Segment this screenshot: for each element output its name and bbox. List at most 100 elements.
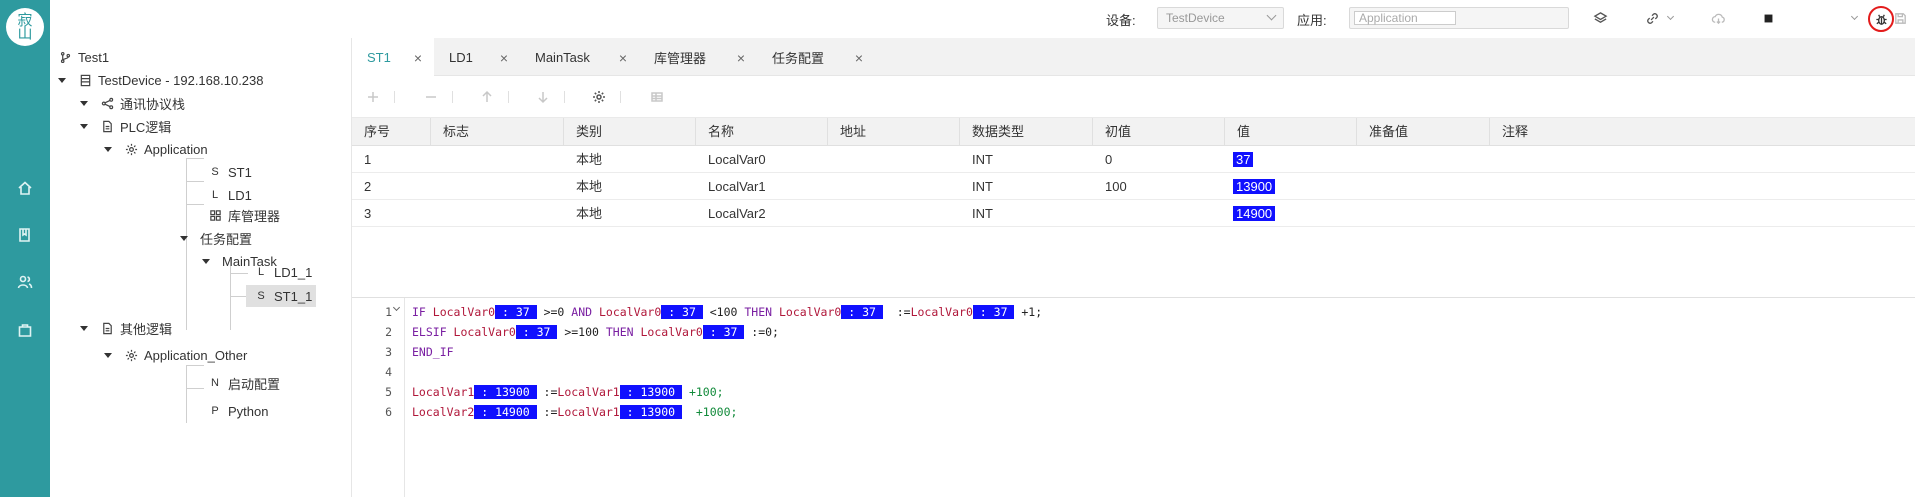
cell-prepared[interactable] <box>1357 173 1369 200</box>
cell-prepared[interactable] <box>1357 200 1369 227</box>
close-icon[interactable]: × <box>414 50 422 66</box>
caret-down-icon[interactable] <box>104 146 112 152</box>
code-line[interactable]: ELSIF LocalVar0 : 37 >=100 THEN LocalVar… <box>412 322 779 342</box>
code-token: END_IF <box>412 345 454 359</box>
close-icon[interactable]: × <box>855 50 863 66</box>
code-token: LocalVar2 <box>412 405 475 419</box>
arrow-down-icon[interactable] <box>534 88 552 106</box>
tree-node-plc-logic[interactable]: PLC逻辑 <box>80 115 171 137</box>
caret-down-icon[interactable] <box>180 235 188 241</box>
chevron-down-icon[interactable] <box>1850 12 1859 21</box>
tree-node-st1-1[interactable]: S ST1_1 <box>246 285 317 307</box>
table-row[interactable]: 3 本地 LocalVar2 INT 14900 <box>352 200 1915 227</box>
code-line[interactable]: IF LocalVar0 : 37 >=0 AND LocalVar0 : 37… <box>412 302 1042 322</box>
close-icon[interactable]: × <box>619 50 627 66</box>
table-row[interactable]: 1 本地 LocalVar0 INT 0 37 <box>352 146 1915 173</box>
link-icon[interactable] <box>1642 9 1662 27</box>
settings-icon[interactable] <box>590 88 608 106</box>
live-value-badge: : 37 <box>495 305 537 319</box>
caret-down-icon[interactable] <box>80 100 88 106</box>
stop-icon[interactable] <box>1758 9 1778 27</box>
tab-st1[interactable]: ST1 × <box>352 38 434 76</box>
layers-icon[interactable] <box>1590 9 1610 27</box>
cell-address <box>828 200 840 227</box>
cell-comment[interactable] <box>1490 146 1502 173</box>
code-line[interactable]: LocalVar2 : 14900 :=LocalVar1 : 13900 +1… <box>412 402 737 422</box>
code-line[interactable]: END_IF <box>412 342 454 362</box>
close-icon[interactable]: × <box>737 50 745 66</box>
live-value-badge: : 13900 <box>619 385 683 399</box>
tree-node-application[interactable]: Application <box>104 138 208 160</box>
tree-node-ld1-1[interactable]: L LD1_1 <box>254 261 312 283</box>
tree-node-task-config[interactable]: 任务配置 <box>180 227 252 249</box>
cell-value[interactable]: 14900 <box>1225 200 1276 227</box>
cell-prepared[interactable] <box>1357 146 1369 173</box>
app-value: Application <box>1354 11 1456 25</box>
cloud-download-icon[interactable] <box>1708 9 1728 27</box>
col-value[interactable]: 值 <box>1225 118 1357 146</box>
tree-node-python[interactable]: P Python <box>208 400 268 422</box>
app-select[interactable]: Application <box>1349 7 1569 29</box>
tree-node-comm-stack[interactable]: 通讯协议栈 <box>80 92 185 114</box>
tree-node-application-other[interactable]: Application_Other <box>104 344 247 366</box>
caret-down-icon[interactable] <box>104 352 112 358</box>
tree-node-library-manager[interactable]: 库管理器 <box>208 204 280 226</box>
cell-type: INT <box>972 206 993 221</box>
close-icon[interactable]: × <box>500 50 508 66</box>
caret-down-icon[interactable] <box>202 258 210 264</box>
tab-main-task[interactable]: MainTask × <box>520 38 639 76</box>
tree-node-label: ST1_1 <box>274 288 313 304</box>
caret-down-icon[interactable] <box>80 325 88 331</box>
tab-library-manager[interactable]: 库管理器 × <box>639 38 757 76</box>
table-row[interactable]: 2 本地 LocalVar1 INT 100 13900 <box>352 173 1915 200</box>
cell-value[interactable]: 37 <box>1225 146 1254 173</box>
caret-down-icon[interactable] <box>58 77 66 83</box>
fold-chevron-icon[interactable] <box>392 303 401 312</box>
cell-comment[interactable] <box>1490 173 1502 200</box>
col-type[interactable]: 数据类型 <box>960 118 1093 146</box>
chevron-down-icon[interactable] <box>1666 12 1675 21</box>
arrow-up-icon[interactable] <box>478 88 496 106</box>
add-icon[interactable] <box>364 88 382 106</box>
code-token: <100 <box>702 305 745 319</box>
tab-ld1[interactable]: LD1 × <box>434 38 520 76</box>
col-address[interactable]: 地址 <box>828 118 960 146</box>
col-flag[interactable]: 标志 <box>431 118 564 146</box>
code-editor[interactable]: 1 2 3 4 5 6 IF LocalVar0 : 37 >=0 AND Lo… <box>352 298 1915 497</box>
col-index[interactable]: 序号 <box>352 118 431 146</box>
home-icon[interactable] <box>15 178 35 198</box>
tree-node-other-logic[interactable]: 其他逻辑 <box>80 317 172 339</box>
col-category[interactable]: 类别 <box>564 118 696 146</box>
network-icon <box>100 96 114 110</box>
divider <box>452 91 453 103</box>
device-select[interactable]: TestDevice <box>1157 7 1284 29</box>
tree-node-startup-config[interactable]: N 启动配置 <box>208 372 280 394</box>
cell-name: LocalVar0 <box>708 152 766 167</box>
tree-node-st1[interactable]: S ST1 <box>208 161 252 183</box>
cell-init <box>1093 200 1105 227</box>
tree-node-project[interactable]: Test1 <box>58 46 109 68</box>
table-icon[interactable] <box>648 88 666 106</box>
tab-task-config[interactable]: 任务配置 × <box>757 38 875 76</box>
col-name[interactable]: 名称 <box>696 118 828 146</box>
col-init[interactable]: 初值 <box>1093 118 1225 146</box>
bag-icon[interactable] <box>15 320 35 340</box>
col-prepared[interactable]: 准备值 <box>1357 118 1490 146</box>
cell-category: 本地 <box>576 179 603 194</box>
remove-icon[interactable] <box>422 88 440 106</box>
col-comment[interactable]: 注释 <box>1490 118 1915 146</box>
live-value-badge: : 37 <box>841 305 883 319</box>
caret-down-icon[interactable] <box>80 123 88 129</box>
code-token: := <box>536 385 558 399</box>
code-token: >=0 <box>536 305 572 319</box>
cell-comment[interactable] <box>1490 200 1502 227</box>
device-icon <box>78 73 92 87</box>
cell-index: 1 <box>364 152 372 167</box>
cell-value[interactable]: 13900 <box>1225 173 1276 200</box>
users-icon[interactable] <box>15 272 35 292</box>
book-icon[interactable] <box>15 225 35 245</box>
code-line[interactable]: LocalVar1 : 13900 :=LocalVar1 : 13900 +1… <box>412 382 724 402</box>
tree-node-ld1[interactable]: L LD1 <box>208 184 252 206</box>
save-icon[interactable] <box>1890 9 1910 27</box>
tree-node-device[interactable]: TestDevice - 192.168.10.238 <box>58 69 264 91</box>
